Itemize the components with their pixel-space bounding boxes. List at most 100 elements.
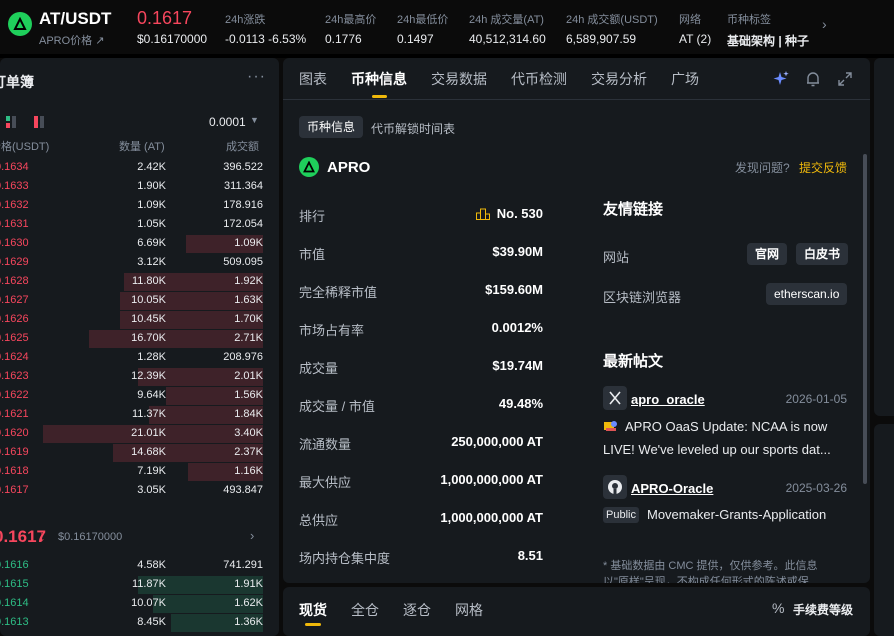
post-text[interactable]: LIVE! We've leveled up our sports dat... [603,442,831,457]
more-icon[interactable]: ··· [247,68,266,86]
coin-info-panel: 图表 币种信息 交易数据 代币检测 交易分析 广场 币种信息 代币解锁时间表 A… [283,58,870,583]
bid-row[interactable]: 0.1616 4.58K 741.291 [0,556,279,575]
ask-row[interactable]: 0.1618 7.19K 1.16K [0,462,279,481]
apro-logo-icon [8,12,32,36]
fee-level-link[interactable]: 手续费等级 [793,601,853,618]
metric-value: 1,000,000,000 AT [440,510,543,525]
metric-label: 市场占有率 [299,323,365,338]
row-total: 1.92K [234,275,263,287]
row-total: 1.09K [234,237,263,249]
tab-coin-info[interactable]: 币种信息 [351,69,407,89]
tab-square[interactable]: 广场 [671,69,699,89]
price-link[interactable]: APRO价格 ↗ [39,32,104,48]
metric-value: 250,000,000 AT [451,434,543,449]
bid-row[interactable]: 0.1614 10.07K 1.62K [0,594,279,613]
ask-row[interactable]: 0.1628 11.80K 1.92K [0,272,279,291]
row-total: 3.40K [234,427,263,439]
right-panel [874,58,894,416]
ask-row[interactable]: 0.1621 11.37K 1.84K [0,405,279,424]
post-handle[interactable]: APRO-Oracle [631,481,713,496]
ask-row[interactable]: 0.1626 10.45K 1.70K [0,310,279,329]
caret-down-icon[interactable]: ▼ [250,115,259,125]
ask-row[interactable]: 0.1631 1.05K 172.054 [0,215,279,234]
row-qty: 11.80K [131,275,166,287]
ai-sparkle-icon[interactable] [772,70,790,88]
ask-row[interactable]: 0.1634 2.42K 396.522 [0,158,279,177]
chevron-right-icon[interactable]: › [822,16,827,32]
pair-name[interactable]: AT/USDT [39,9,111,29]
ask-row[interactable]: 0.1632 1.09K 178.916 [0,196,279,215]
row-qty: 16.70K [131,332,166,344]
row-total: 1.36K [234,616,263,628]
coin-name: APRO [327,159,371,176]
tab-token-check[interactable]: 代币检测 [511,69,567,89]
metric-label: 排行 [299,209,326,224]
tab-grid[interactable]: 网格 [455,600,483,620]
row-price: 0.1628 [0,275,29,287]
whitepaper-button[interactable]: 白皮书 [796,243,849,265]
ask-row[interactable]: 0.1619 14.68K 2.37K [0,443,279,462]
explorer-label: 区块链浏览器 [603,290,682,305]
row-qty: 10.45K [131,313,166,325]
precision-select[interactable]: 0.0001 [209,115,246,129]
row-price: 0.1613 [0,616,29,628]
etherscan-button[interactable]: etherscan.io [766,283,848,305]
issue-label: 发现问题? [735,161,790,175]
row-total: 2.01K [234,370,263,382]
ask-row[interactable]: 0.1630 6.69K 1.09K [0,234,279,253]
feedback-link[interactable]: 提交反馈 [799,159,847,176]
tab-isolated[interactable]: 逐仓 [403,600,431,620]
bid-row[interactable]: 0.1613 8.45K 1.36K [0,613,279,632]
tab-trade-analysis[interactable]: 交易分析 [591,69,647,89]
row-price: 0.1615 [0,578,29,590]
post-handle[interactable]: apro_oracle [631,392,705,407]
ask-row[interactable]: 0.1633 1.90K 311.364 [0,177,279,196]
stat-value-tags[interactable]: 基础架构 | 种子 | 新 [727,32,811,49]
metric-label: 总供应 [299,513,339,528]
ask-row[interactable]: 0.1617 3.05K 493.847 [0,481,279,500]
stat-label-turnover: 24h 成交额(USDT) [566,14,658,26]
row-qty: 21.01K [131,427,166,439]
metric-label: 场内持仓集中度 [299,551,391,566]
ticker-header: AT/USDT APRO价格 ↗ 0.1617 $0.16170000 24h涨… [0,0,870,54]
row-qty: 2.42K [137,161,166,173]
chevron-right-icon[interactable]: › [250,528,254,543]
metric-value: $19.74M [492,358,543,373]
row-qty: 7.19K [137,465,166,477]
percent-icon[interactable]: % [772,600,784,616]
ask-row[interactable]: 0.1629 3.12K 509.095 [0,253,279,272]
book-view-bids-icon[interactable] [6,116,16,128]
expand-icon[interactable] [836,70,854,88]
post-text[interactable]: APRO OaaS Update: NCAA is now [625,419,827,434]
bid-row[interactable]: 0.1615 11.87K 1.91K [0,575,279,594]
post-text[interactable]: Movemaker-Grants-Application [647,507,826,522]
stat-value-turnover: 6,589,907.59 [566,32,637,46]
metric-label: 市值 [299,247,326,262]
ask-row[interactable]: 0.1623 12.39K 2.01K [0,367,279,386]
col-header-total: 成交额 [226,141,259,153]
stat-value-volume: 40,512,314.60 [469,32,546,46]
divider [283,99,870,100]
row-total: 2.71K [234,332,263,344]
tab-chart[interactable]: 图表 [299,69,327,89]
stat-value-high: 0.1776 [325,32,362,46]
bell-icon[interactable] [804,70,822,88]
tab-trade-data[interactable]: 交易数据 [431,69,487,89]
tab-spot[interactable]: 现货 [299,600,327,620]
ask-row[interactable]: 0.1622 9.64K 1.56K [0,386,279,405]
ask-row[interactable]: 0.1625 16.70K 2.71K [0,329,279,348]
subtab-coin-info[interactable]: 币种信息 [299,116,364,138]
scrollbar[interactable] [863,154,867,484]
official-site-button[interactable]: 官网 [747,243,788,265]
ask-row[interactable]: 0.1620 21.01K 3.40K [0,424,279,443]
ask-row[interactable]: 0.1627 10.05K 1.63K [0,291,279,310]
ask-row[interactable]: 0.1624 1.28K 208.976 [0,348,279,367]
tab-cross[interactable]: 全仓 [351,600,379,620]
book-view-asks-icon[interactable] [34,116,44,128]
row-price: 0.1621 [0,408,29,420]
stat-value-network[interactable]: AT (2) [679,32,711,46]
row-total: 1.84K [234,408,263,420]
subtab-unlock-schedule[interactable]: 代币解锁时间表 [371,120,455,137]
row-total: 178.916 [223,199,263,211]
row-price: 0.1630 [0,237,29,249]
